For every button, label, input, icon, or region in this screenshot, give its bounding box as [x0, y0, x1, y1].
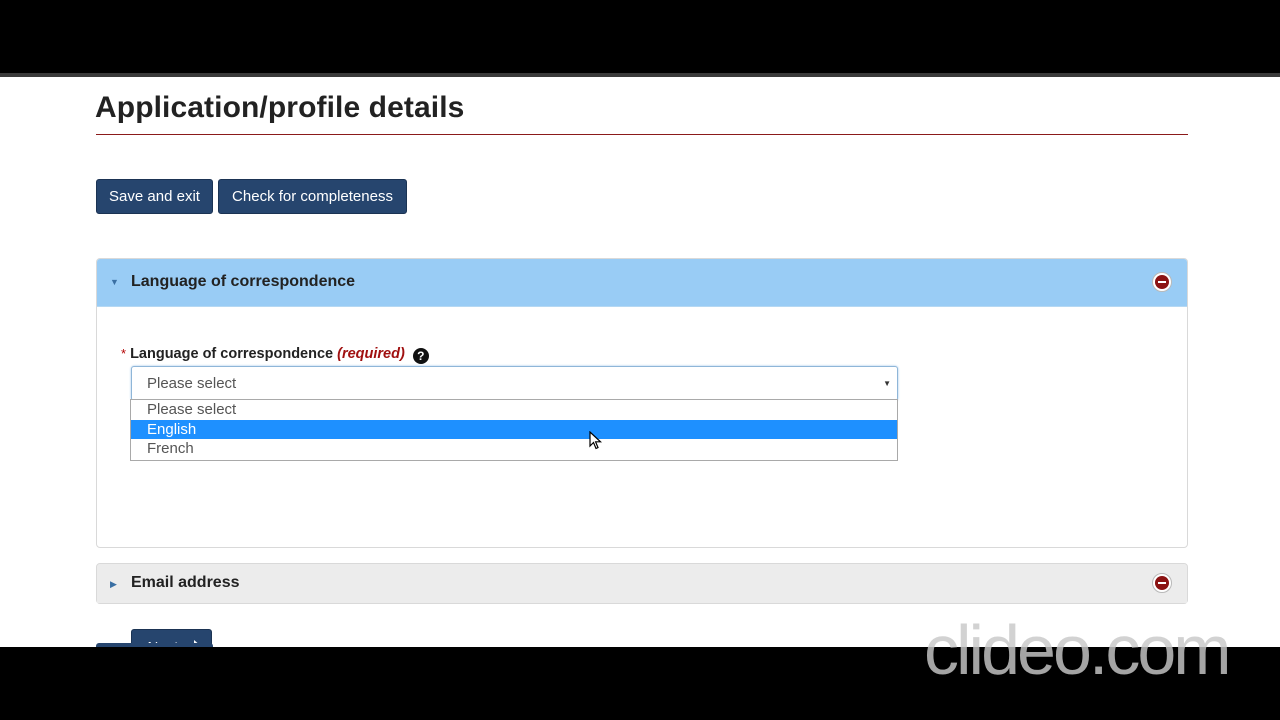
- email-panel-header[interactable]: ▶ Email address: [97, 564, 1187, 603]
- select-arrow-icon: ▼: [883, 379, 891, 388]
- dropdown-option-french[interactable]: French: [131, 439, 897, 459]
- video-letterbox-top: [0, 0, 1280, 73]
- remove-section-icon[interactable]: [1152, 272, 1172, 292]
- help-icon[interactable]: ?: [412, 348, 429, 364]
- page-title: Application/profile details: [95, 91, 465, 124]
- dropdown-option-please-select[interactable]: Please select: [131, 400, 897, 420]
- dropdown-option-english[interactable]: English: [131, 419, 897, 439]
- mouse-cursor-icon: [589, 431, 603, 450]
- language-panel-title: Language of correspondence: [131, 273, 356, 290]
- application-page: Application/profile details Save and exi…: [0, 77, 1280, 647]
- watermark-logo: clideo.com: [924, 611, 1232, 689]
- check-completeness-button[interactable]: Check for completeness: [218, 179, 407, 214]
- required-indicator: (required): [337, 346, 405, 362]
- language-select-value: Please select: [147, 375, 237, 392]
- caret-right-icon: ▶: [110, 579, 117, 589]
- language-select[interactable]: Please select ▼: [131, 366, 898, 401]
- required-marker: *: [121, 346, 127, 361]
- save-and-exit-button[interactable]: Save and exit: [96, 179, 213, 214]
- title-divider: [96, 134, 1188, 135]
- language-field-label-text: Language of correspondence: [130, 346, 334, 362]
- remove-section-icon[interactable]: [1152, 573, 1172, 593]
- language-dropdown-list[interactable]: Please select English French: [130, 399, 898, 461]
- language-field-label: * Language of correspondence (required) ?: [121, 346, 429, 364]
- caret-down-icon: ▼: [110, 277, 119, 287]
- email-panel-title: Email address: [131, 574, 240, 591]
- language-panel-header[interactable]: ▼ Language of correspondence: [97, 259, 1187, 307]
- email-panel: ▶ Email address: [96, 563, 1188, 604]
